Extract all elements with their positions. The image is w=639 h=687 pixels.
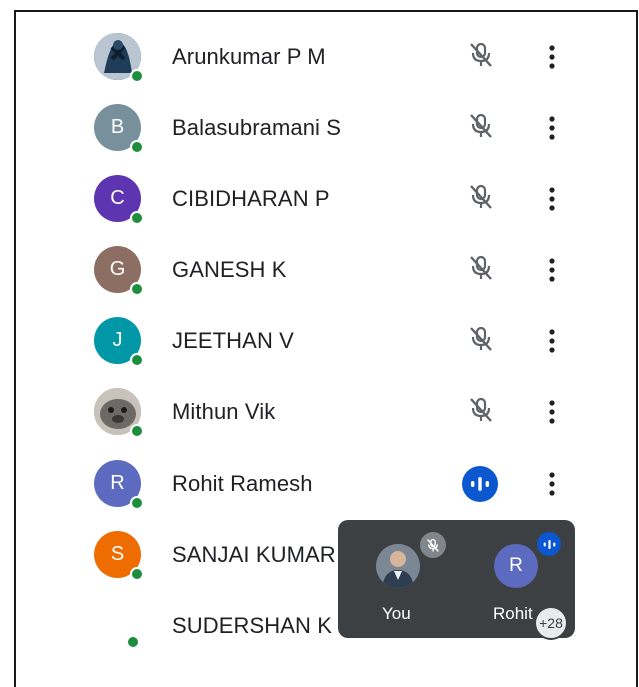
more-options-icon[interactable] (538, 112, 566, 144)
more-options-icon[interactable] (538, 325, 566, 357)
participant-row[interactable]: J JEETHAN V (16, 306, 636, 377)
presence-dot (130, 496, 144, 510)
avatar: B (94, 104, 144, 154)
rohit-tile-initial: R (509, 555, 523, 576)
presence-dot (130, 140, 144, 154)
participant-name: Arunkumar P M (172, 44, 326, 69)
presence-dot (130, 282, 144, 296)
rohit-speaking-icon (537, 532, 561, 556)
participant-name: JEETHAN V (172, 328, 294, 353)
avatar-initial: B (110, 116, 125, 138)
mic-off-icon[interactable] (464, 109, 498, 143)
self-avatar[interactable] (376, 544, 420, 588)
mic-off-icon[interactable] (464, 393, 498, 427)
presence-dot (130, 424, 144, 438)
participant-name: Balasubramani S (172, 115, 342, 140)
participant-name: SUDERSHAN K (172, 613, 333, 638)
avatar-initial: R (110, 472, 125, 494)
participant-row[interactable]: B Balasubramani S (16, 93, 636, 164)
more-options-icon[interactable] (538, 468, 566, 500)
participants-panel: Arunkumar P M B Balasubramani S C CIBIDH… (14, 10, 638, 687)
avatar-initial: G (109, 258, 126, 280)
presence-dot (130, 69, 144, 83)
avatar-initial: J (112, 329, 123, 351)
self-mic-off-icon (420, 532, 446, 558)
mic-off-icon[interactable] (464, 322, 498, 356)
avatar: J (94, 317, 144, 367)
more-options-icon[interactable] (538, 254, 566, 286)
participant-name: GANESH K (172, 257, 287, 282)
self-tile-label: You (382, 604, 411, 623)
presence-dot (130, 353, 144, 367)
avatar: C (94, 175, 144, 225)
participant-row[interactable]: Arunkumar P M (16, 22, 636, 93)
participant-name: Rohit Ramesh (172, 471, 313, 496)
others-count-text: +28 (539, 615, 563, 631)
avatar-initial: S (110, 543, 125, 565)
mic-off-icon[interactable] (464, 38, 498, 72)
mic-off-icon[interactable] (464, 180, 498, 214)
participant-name: SANJAI KUMAR (172, 542, 336, 567)
more-options-icon[interactable] (538, 41, 566, 73)
participant-row[interactable]: C CIBIDHARAN P (16, 164, 636, 235)
others-count-badge[interactable]: +28 (534, 606, 568, 640)
participant-name: CIBIDHARAN P (172, 186, 330, 211)
avatar: G (94, 246, 144, 296)
more-options-icon[interactable] (538, 183, 566, 215)
more-options-icon[interactable] (538, 396, 566, 428)
floating-call-tiles[interactable]: You R Rohit +28 (338, 520, 575, 640)
avatar (94, 33, 144, 83)
avatar: S (94, 531, 144, 581)
mic-off-icon[interactable] (464, 251, 498, 285)
avatar: R (94, 460, 144, 510)
participant-row[interactable]: R Rohit Ramesh (16, 449, 636, 520)
presence-dot (130, 211, 144, 225)
speaking-indicator-icon (462, 466, 498, 502)
avatar (94, 388, 144, 438)
avatar-initial: C (110, 187, 125, 209)
participant-row[interactable]: Mithun Vik (16, 377, 636, 448)
participant-row[interactable]: G GANESH K (16, 235, 636, 306)
presence-dot (126, 635, 140, 649)
presence-dot (130, 567, 144, 581)
participant-name: Mithun Vik (172, 399, 276, 424)
rohit-tile-avatar[interactable]: R (494, 544, 538, 588)
